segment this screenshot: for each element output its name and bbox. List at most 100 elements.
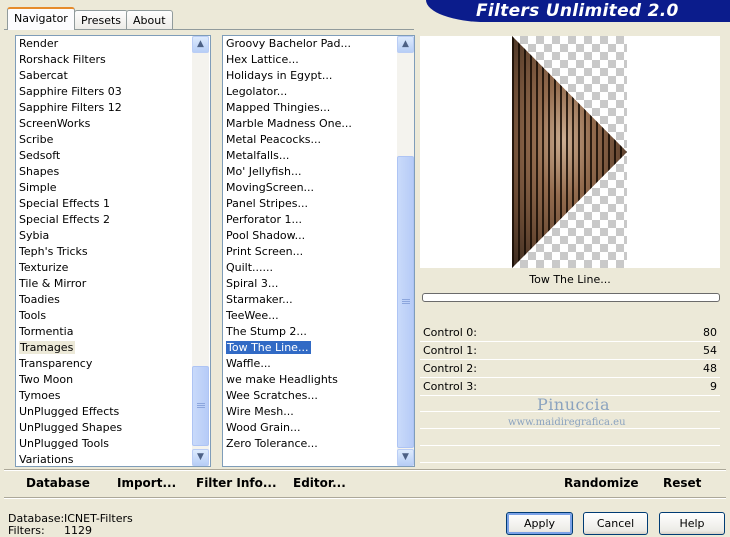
filter-item[interactable]: Mo' Jellyfish... [223,164,414,180]
filter-item[interactable]: Wood Grain... [223,420,414,436]
category-scroll-down[interactable]: ▼ [192,449,209,466]
category-scrollbar[interactable]: ▲ ▼ [192,36,209,466]
filter-item[interactable]: Groovy Bachelor Pad... [223,36,414,52]
category-item[interactable]: Special Effects 2 [16,212,210,228]
filter-item[interactable]: Wee Scratches... [223,388,414,404]
filter-item[interactable]: Panel Stripes... [223,196,414,212]
category-item[interactable]: Sedsoft [16,148,210,164]
category-scroll-up[interactable]: ▲ [192,36,209,53]
category-item[interactable]: Shapes [16,164,210,180]
category-list[interactable]: Render Rorshack Filters Sabercat Sapphire F… [15,35,211,467]
category-scroll-thumb[interactable] [192,366,209,446]
randomize-button[interactable]: Randomize [564,476,638,490]
filter-item[interactable]: Hex Lattice... [223,52,414,68]
filter-item[interactable]: Waffle... [223,356,414,372]
filter-item[interactable]: Spiral 3... [223,276,414,292]
filter-item-label: Waffle... [226,357,271,370]
filter-item[interactable]: Zero Tolerance... [223,436,414,452]
toolbar-divider-bottom [4,497,726,499]
category-item[interactable]: UnPlugged Tools [16,436,210,452]
category-item[interactable]: UnPlugged Shapes [16,420,210,436]
app-banner: Filters Unlimited 2.0 [426,0,730,22]
filter-item[interactable]: Legolator... [223,84,414,100]
category-item-label: Transparency [19,357,93,370]
category-item[interactable]: Tramages [16,340,210,356]
control-2-label: Control 2: [423,362,477,375]
control-3-row[interactable]: Control 3: 9 [420,378,720,396]
filter-item-label: Print Screen... [226,245,304,258]
category-item[interactable]: Simple [16,180,210,196]
help-button[interactable]: Help [659,512,725,535]
filter-item[interactable]: Metal Peacocks... [223,132,414,148]
filter-item-label: Mo' Jellyfish... [226,165,302,178]
category-item[interactable]: Scribe [16,132,210,148]
filter-item[interactable]: Wire Mesh... [223,404,414,420]
filter-item[interactable]: Tow The Line... [223,340,414,356]
category-item[interactable]: Two Moon [16,372,210,388]
category-item[interactable]: Texturize [16,260,210,276]
category-item-label: Simple [19,181,57,194]
category-item[interactable]: Tymoes [16,388,210,404]
filter-item[interactable]: The Stump 2... [223,324,414,340]
filter-item[interactable]: Starmaker... [223,292,414,308]
category-item-label: Variations [19,453,74,466]
filter-list[interactable]: Groovy Bachelor Pad... Hex Lattice... Holi… [222,35,415,467]
cancel-button[interactable]: Cancel [583,512,648,535]
control-2-row[interactable]: Control 2: 48 [420,360,720,378]
reset-button[interactable]: Reset [663,476,701,490]
category-item[interactable]: ScreenWorks [16,116,210,132]
toolbar-divider-top [4,469,726,471]
category-item[interactable]: Sapphire Filters 03 [16,84,210,100]
control-1-row[interactable]: Control 1: 54 [420,342,720,360]
category-item[interactable]: Sabercat [16,68,210,84]
filter-scroll-thumb[interactable] [397,156,414,448]
category-item[interactable]: Tormentia [16,324,210,340]
editor-button[interactable]: Editor... [293,476,346,490]
filter-item-label: Groovy Bachelor Pad... [226,37,352,50]
category-item-label: Special Effects 1 [19,197,111,210]
category-item[interactable]: UnPlugged Effects [16,404,210,420]
filter-scroll-up[interactable]: ▲ [397,36,414,53]
category-item[interactable]: Toadies [16,292,210,308]
control-3-value: 9 [710,380,717,393]
filter-item[interactable]: TeeWee... [223,308,414,324]
database-button[interactable]: Database [26,476,90,490]
category-item[interactable]: Variations [16,452,210,466]
category-item[interactable]: Transparency [16,356,210,372]
category-item[interactable]: Tools [16,308,210,324]
filter-item[interactable]: Metalfalls... [223,148,414,164]
filter-item[interactable]: Mapped Thingies... [223,100,414,116]
category-item[interactable]: Special Effects 1 [16,196,210,212]
filter-item[interactable]: MovingScreen... [223,180,414,196]
control-6-row[interactable] [420,430,720,446]
filter-item[interactable]: Holidays in Egypt... [223,68,414,84]
category-item[interactable]: Teph's Tricks [16,244,210,260]
filter-item[interactable]: Print Screen... [223,244,414,260]
randomize-button-label: Randomize [564,476,639,490]
filter-scrollbar[interactable]: ▲ ▼ [397,36,414,466]
filter-item[interactable]: Marble Madness One... [223,116,414,132]
filter-item[interactable]: Pool Shadow... [223,228,414,244]
filter-item-label: Metalfalls... [226,149,290,162]
tab-navigator[interactable]: Navigator [7,7,75,30]
filter-info-button[interactable]: Filter Info... [196,476,277,490]
tab-presets[interactable]: Presets [74,10,129,30]
import-button[interactable]: Import... [117,476,176,490]
filter-item[interactable]: we make Headlights [223,372,414,388]
category-item[interactable]: Sapphire Filters 12 [16,100,210,116]
filter-item-label: Hex Lattice... [226,53,299,66]
control-0-row[interactable]: Control 0: 80 [420,324,720,342]
tab-about[interactable]: About [126,10,173,30]
apply-button[interactable]: Apply [506,512,573,535]
category-item[interactable]: Rorshack Filters [16,52,210,68]
filter-item[interactable]: Quilt...... [223,260,414,276]
category-item[interactable]: Tile & Mirror [16,276,210,292]
filter-scroll-down[interactable]: ▼ [397,449,414,466]
category-item[interactable]: Sybia [16,228,210,244]
tab-about-label: About [133,14,166,27]
filter-item[interactable]: Perforator 1... [223,212,414,228]
category-item[interactable]: Render [16,36,210,52]
category-item-label: Shapes [19,165,60,178]
control-2-value: 48 [703,362,717,375]
control-7-row[interactable] [420,447,720,463]
